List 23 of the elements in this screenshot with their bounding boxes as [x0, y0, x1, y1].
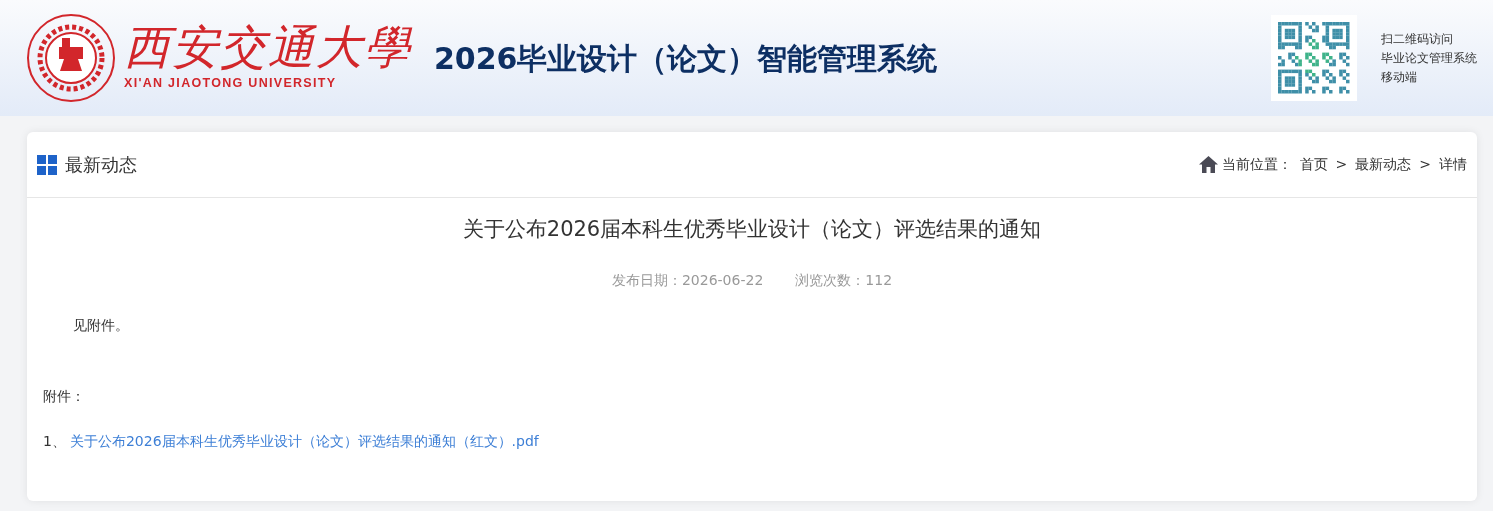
logo-text: 西安交通大學: [124, 23, 412, 70]
panel-title: 最新动态: [65, 153, 137, 177]
grid-icon: [37, 154, 57, 175]
logo-subtitle: XI'AN JIAOTONG UNIVERSITY: [124, 74, 338, 92]
breadcrumb-separator: >: [1335, 155, 1348, 174]
emblem-icon: [26, 13, 116, 103]
attachments-label: 附件：: [43, 386, 86, 406]
home-icon: [1198, 156, 1218, 173]
system-title: 2026毕业设计（论文）智能管理系统: [434, 39, 938, 78]
qr-caption: 扫二维码访问: [1381, 30, 1454, 48]
breadcrumb-separator: >: [1419, 155, 1431, 174]
article-body: 见附件。: [72, 315, 130, 335]
article-title: 关于公布2026届本科生优秀毕业设计（论文）评选结果的通知: [462, 217, 1042, 241]
breadcrumb-link[interactable]: 首页: [1299, 154, 1328, 175]
publish-date: 发布日期：2026-06-22: [611, 270, 764, 290]
breadcrumb-label: 当前位置：: [1221, 155, 1292, 174]
qr-caption: 移动端: [1381, 68, 1418, 86]
attachment-link[interactable]: 关于公布2026届本科生优秀毕业设计（论文）评选结果的通知（红文）.pdf: [69, 430, 539, 452]
qr-caption: 毕业论文管理系统: [1381, 49, 1477, 67]
breadcrumb-current: 详情: [1439, 155, 1467, 174]
view-count: 浏览次数：112: [795, 270, 893, 290]
attachment-number: 1、: [43, 431, 66, 451]
breadcrumb-link[interactable]: 最新动态: [1355, 154, 1412, 175]
